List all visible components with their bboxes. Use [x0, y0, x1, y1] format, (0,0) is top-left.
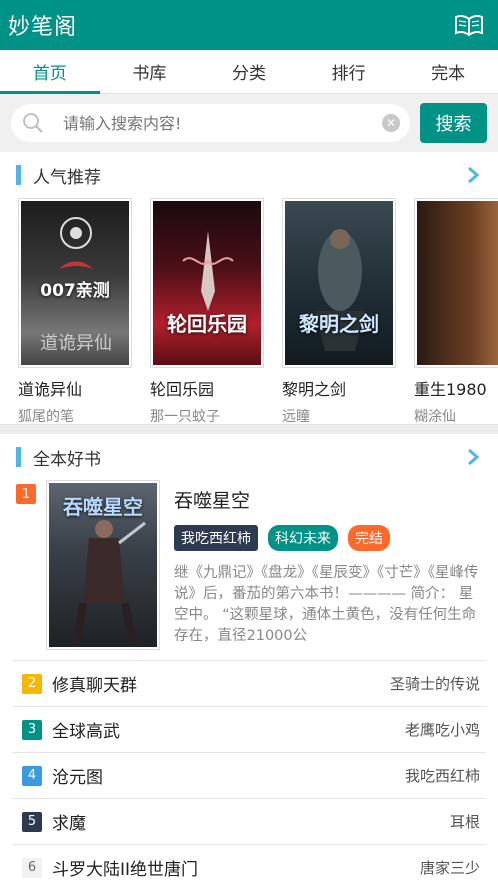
book-author: 圣骑士的传说	[389, 675, 480, 693]
svg-text:道诡异仙: 道诡异仙	[40, 333, 112, 354]
featured-book[interactable]: 1 吞噬星空 吞噬星空 我吃西红柿 科幻未来 完结 继《九鼎记》《盘龙》《星辰变…	[0, 480, 498, 660]
status-tag: 完结	[348, 525, 390, 551]
main-tabs: 首页 书库 分类 排行 完本	[0, 50, 498, 94]
cover-text: 黎明之剑	[299, 312, 379, 336]
book-card[interactable]: 轮回乐园 轮回乐园 那一只蚊子	[150, 198, 282, 424]
tab-finished[interactable]: 完本	[398, 50, 498, 93]
featured-title[interactable]: 吞噬星空	[174, 486, 486, 513]
list-item[interactable]: 6 斗罗大陆II绝世唐门 唐家三少	[12, 844, 486, 887]
section-marker	[16, 165, 21, 185]
book-author: 老鹰吃小鸡	[404, 721, 480, 739]
book-author: 耳根	[449, 813, 480, 831]
book-author: 那一只蚊子	[150, 409, 220, 424]
book-name[interactable]: 全球高武	[52, 717, 405, 742]
book-name[interactable]: 沧元图	[52, 763, 405, 788]
section-title: 全本好书	[33, 449, 101, 470]
book-card[interactable]: 黎明之剑 黎明之剑 远瞳	[282, 198, 414, 424]
book-name[interactable]: 求魔	[52, 809, 450, 834]
book-cover[interactable]: 轮回乐园	[150, 198, 264, 368]
tab-home[interactable]: 首页	[0, 50, 100, 94]
rank-badge: 1	[16, 484, 36, 504]
app-title: 妙笔阁	[8, 15, 78, 40]
book-author: 远瞳	[282, 409, 310, 424]
book-card[interactable]: 重生1980 糊涂仙	[414, 198, 498, 424]
chevron-right-icon[interactable]	[466, 166, 480, 184]
book-name[interactable]: 轮回乐园	[150, 376, 282, 400]
tab-library[interactable]: 书库	[100, 50, 200, 93]
book-name[interactable]: 修真聊天群	[52, 671, 390, 696]
list-item[interactable]: 5 求魔 耳根	[12, 798, 486, 844]
category-tag[interactable]: 科幻未来	[268, 525, 338, 551]
list-item[interactable]: 3 全球高武 老鹰吃小鸡	[12, 706, 486, 752]
tab-ranking[interactable]: 排行	[299, 50, 399, 93]
book-author: 糊涂仙	[414, 409, 456, 424]
book-name[interactable]: 重生1980	[414, 376, 498, 400]
popular-list: 道诡异仙 007亲测 道诡异仙 狐尾的笔 轮回乐园 轮回乐园 那一只蚊子 黎明之…	[0, 198, 498, 424]
featured-description: 继《九鼎记》《盘龙》《星辰变》《寸芒》《星峰传说》后，番茄的第六本书！———— …	[174, 565, 479, 644]
clear-icon[interactable]: ✕	[382, 114, 400, 132]
rank-badge: 6	[22, 857, 42, 878]
finished-list: 2 修真聊天群 圣骑士的传说 3 全球高武 老鹰吃小鸡 4 沧元图 我吃西红柿 …	[0, 660, 498, 887]
book-cover[interactable]: 道诡异仙 007亲测	[18, 198, 132, 368]
cover-text: 吞噬星空	[63, 495, 143, 519]
popular-header[interactable]: 人气推荐	[0, 152, 498, 198]
cover-text: 007亲测	[40, 281, 110, 301]
rank-badge: 4	[22, 765, 42, 786]
list-item[interactable]: 4 沧元图 我吃西红柿	[12, 752, 486, 798]
section-divider	[0, 424, 498, 434]
chevron-right-icon[interactable]	[466, 448, 480, 466]
book-card[interactable]: 道诡异仙 007亲测 道诡异仙 狐尾的笔	[18, 198, 150, 424]
popular-section: 人气推荐 道诡异仙 007亲测 道诡异仙 狐尾的笔 轮回乐园 轮回乐园 那一只蚊…	[0, 152, 498, 424]
book-cover[interactable]	[414, 198, 498, 368]
search-bar: ✕ 搜索	[0, 94, 498, 152]
book-author: 唐家三少	[419, 859, 480, 877]
book-cover[interactable]: 黎明之剑	[282, 198, 396, 368]
tag-list: 我吃西红柿 科幻未来 完结	[174, 525, 486, 551]
search-input[interactable]	[45, 113, 382, 133]
rank-badge: 5	[22, 811, 42, 832]
featured-info: 吞噬星空 我吃西红柿 科幻未来 完结 继《九鼎记》《盘龙》《星辰变》《寸芒》《星…	[174, 480, 486, 646]
search-icon	[23, 113, 43, 133]
app-header: 妙笔阁	[0, 0, 498, 50]
list-item[interactable]: 2 修真聊天群 圣骑士的传说	[12, 660, 486, 706]
open-book-icon[interactable]	[454, 13, 484, 37]
book-name[interactable]: 斗罗大陆II绝世唐门	[52, 855, 420, 880]
tab-categories[interactable]: 分类	[199, 50, 299, 93]
section-marker	[16, 447, 21, 467]
book-author: 我吃西红柿	[404, 767, 480, 785]
book-cover[interactable]: 吞噬星空	[46, 480, 160, 650]
rank-badge: 3	[22, 719, 42, 740]
book-name[interactable]: 黎明之剑	[282, 376, 414, 400]
book-author: 狐尾的笔	[18, 409, 74, 424]
section-title: 人气推荐	[33, 167, 101, 188]
finished-section: 全本好书 1 吞噬星空 吞噬星空 我吃西红柿 科幻未来 完结 继《九鼎记》《盘龙…	[0, 434, 498, 887]
finished-header[interactable]: 全本好书	[0, 434, 498, 480]
search-box: ✕	[11, 104, 410, 142]
search-button[interactable]: 搜索	[420, 103, 487, 143]
rank-badge: 2	[22, 673, 42, 694]
cover-text: 轮回乐园	[167, 312, 247, 336]
author-tag[interactable]: 我吃西红柿	[174, 525, 258, 551]
book-name[interactable]: 道诡异仙	[18, 376, 150, 400]
